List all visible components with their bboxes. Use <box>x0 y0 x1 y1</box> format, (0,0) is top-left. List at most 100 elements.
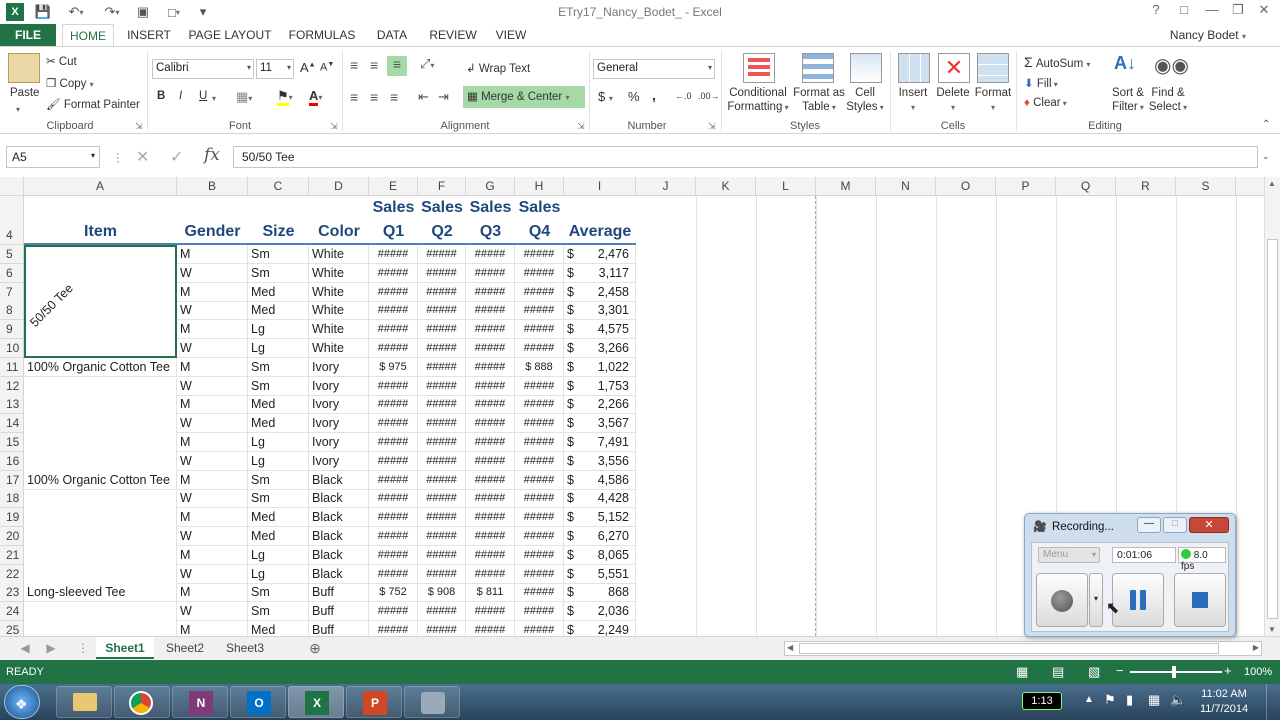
cell-a[interactable] <box>24 339 177 358</box>
align-bottom-icon[interactable]: ≡ <box>387 56 407 76</box>
cell-f[interactable]: ##### <box>418 527 466 546</box>
cell-a[interactable] <box>24 508 177 527</box>
cell-f[interactable]: ##### <box>418 471 466 490</box>
cell-a[interactable] <box>24 395 177 414</box>
ribbon-options-icon[interactable]: □ <box>1172 2 1196 20</box>
cell-e[interactable]: ##### <box>369 621 418 636</box>
cell-i[interactable]: $4,575 <box>564 320 636 339</box>
accounting-format-button[interactable]: $ ▾ <box>598 89 613 104</box>
new-sheet-icon[interactable]: ⊕ <box>304 637 326 659</box>
tab-data[interactable]: DATA <box>368 24 416 46</box>
cell-d[interactable]: Black <box>309 471 369 490</box>
cell-e[interactable]: ##### <box>369 414 418 433</box>
cell-h[interactable]: ##### <box>515 377 564 396</box>
cell-h[interactable]: ##### <box>515 602 564 621</box>
comma-style-button[interactable]: , <box>652 87 656 103</box>
cell-d[interactable]: Black <box>309 508 369 527</box>
select-all-corner[interactable] <box>0 177 24 196</box>
tab-insert[interactable]: INSERT <box>122 24 176 46</box>
header-color[interactable]: Color <box>309 220 369 244</box>
column-header-o[interactable]: O <box>936 177 996 196</box>
network-icon[interactable]: ▦ <box>1148 692 1160 708</box>
scroll-thumb[interactable] <box>1267 239 1278 619</box>
conditional-formatting-button[interactable]: Conditional Formatting ▾ <box>727 86 789 115</box>
cell-d[interactable]: Ivory <box>309 452 369 471</box>
grow-font-icon[interactable]: A▲ <box>300 60 316 75</box>
cell-g[interactable]: ##### <box>466 339 515 358</box>
cell-c[interactable]: Lg <box>248 433 309 452</box>
header-size[interactable]: Size <box>248 220 309 244</box>
cell-g[interactable]: ##### <box>466 546 515 565</box>
recorder-close-button[interactable]: ✕ <box>1189 517 1229 533</box>
normal-view-icon[interactable]: ▦ <box>1016 664 1028 680</box>
zoom-slider[interactable] <box>1130 666 1222 678</box>
cell-i[interactable]: $3,556 <box>564 452 636 471</box>
align-left-icon[interactable]: ≡ <box>350 89 358 105</box>
cell-e[interactable]: ##### <box>369 527 418 546</box>
column-header-p[interactable]: P <box>996 177 1056 196</box>
cell-h[interactable]: ##### <box>515 508 564 527</box>
cell-i[interactable]: $1,022 <box>564 358 636 377</box>
cell-b[interactable]: M <box>177 433 248 452</box>
cell-d[interactable]: Black <box>309 546 369 565</box>
cell-d[interactable]: White <box>309 339 369 358</box>
cell-e[interactable]: $ 975 <box>369 358 418 377</box>
cell-e[interactable]: ##### <box>369 565 418 584</box>
row-header[interactable]: 23 <box>0 583 24 602</box>
tab-review[interactable]: REVIEW <box>424 24 482 46</box>
cell-a[interactable] <box>24 452 177 471</box>
vertical-scrollbar[interactable]: ▲ ▼ <box>1264 177 1280 636</box>
shrink-font-icon[interactable]: A▼ <box>320 61 334 74</box>
underline-dropdown-icon[interactable]: ▾ <box>212 92 216 104</box>
cell-d[interactable]: Ivory <box>309 358 369 377</box>
cell-a[interactable]: 100% Organic Cotton Tee <box>24 358 177 377</box>
cell-c[interactable]: Med <box>248 283 309 302</box>
cell-f[interactable]: ##### <box>418 621 466 636</box>
taskbar-explorer[interactable] <box>56 686 112 718</box>
cell-c[interactable]: Sm <box>248 583 309 602</box>
cell-e[interactable]: ##### <box>369 471 418 490</box>
clipboard-launcher-icon[interactable]: ⇲ <box>135 121 143 132</box>
tab-file[interactable]: FILE <box>0 24 56 46</box>
cell-d[interactable]: Ivory <box>309 414 369 433</box>
zoom-in-icon[interactable]: + <box>1224 663 1232 678</box>
recorder-minimize-button[interactable]: — <box>1137 517 1161 533</box>
show-hidden-icons[interactable]: ▲ <box>1084 694 1094 705</box>
horizontal-scroll-thumb[interactable] <box>799 643 1219 654</box>
cell-d[interactable]: White <box>309 301 369 320</box>
cell-a[interactable] <box>24 546 177 565</box>
column-header-a[interactable]: A <box>24 177 177 196</box>
wrap-text-button[interactable]: ↲ Wrap Text <box>466 61 530 75</box>
next-sheet-icon[interactable]: ▶ <box>44 637 58 659</box>
column-header-m[interactable]: M <box>816 177 876 196</box>
cell-a[interactable] <box>24 489 177 508</box>
cell-h[interactable]: ##### <box>515 433 564 452</box>
prev-sheet-icon[interactable]: ◀ <box>18 637 32 659</box>
format-as-table-button[interactable]: Format as Table ▾ <box>792 86 846 115</box>
cell-a[interactable] <box>24 377 177 396</box>
column-header-d[interactable]: D <box>309 177 369 196</box>
cell-g[interactable]: ##### <box>466 602 515 621</box>
cell-b[interactable]: W <box>177 301 248 320</box>
cell-d[interactable]: Ivory <box>309 433 369 452</box>
cell-g[interactable]: ##### <box>466 471 515 490</box>
font-name-combo[interactable]: Calibri ▾ <box>152 59 254 79</box>
cell-i[interactable]: $4,428 <box>564 489 636 508</box>
cell-i[interactable]: $2,249 <box>564 621 636 636</box>
cell-b[interactable]: W <box>177 602 248 621</box>
system-clock[interactable]: 11:02 AM 11/7/2014 <box>1196 687 1252 717</box>
taskbar-recorder[interactable] <box>404 686 460 718</box>
find-select-button[interactable]: Find & Select ▾ <box>1148 86 1188 115</box>
cell-h[interactable]: ##### <box>515 583 564 602</box>
cell-g[interactable]: ##### <box>466 264 515 283</box>
cell-e[interactable]: ##### <box>369 602 418 621</box>
cell-d[interactable]: Black <box>309 527 369 546</box>
cell-i[interactable]: $2,036 <box>564 602 636 621</box>
merge-center-button[interactable]: ▦ Merge & Center ▾ <box>463 86 585 108</box>
autosum-button[interactable]: Σ AutoSum ▾ <box>1024 54 1090 70</box>
volume-icon[interactable]: 🔈 <box>1170 692 1186 708</box>
cell-i[interactable]: $5,152 <box>564 508 636 527</box>
cell-h[interactable]: ##### <box>515 471 564 490</box>
cell-i[interactable]: $6,270 <box>564 527 636 546</box>
row-header[interactable]: 20 <box>0 527 24 546</box>
